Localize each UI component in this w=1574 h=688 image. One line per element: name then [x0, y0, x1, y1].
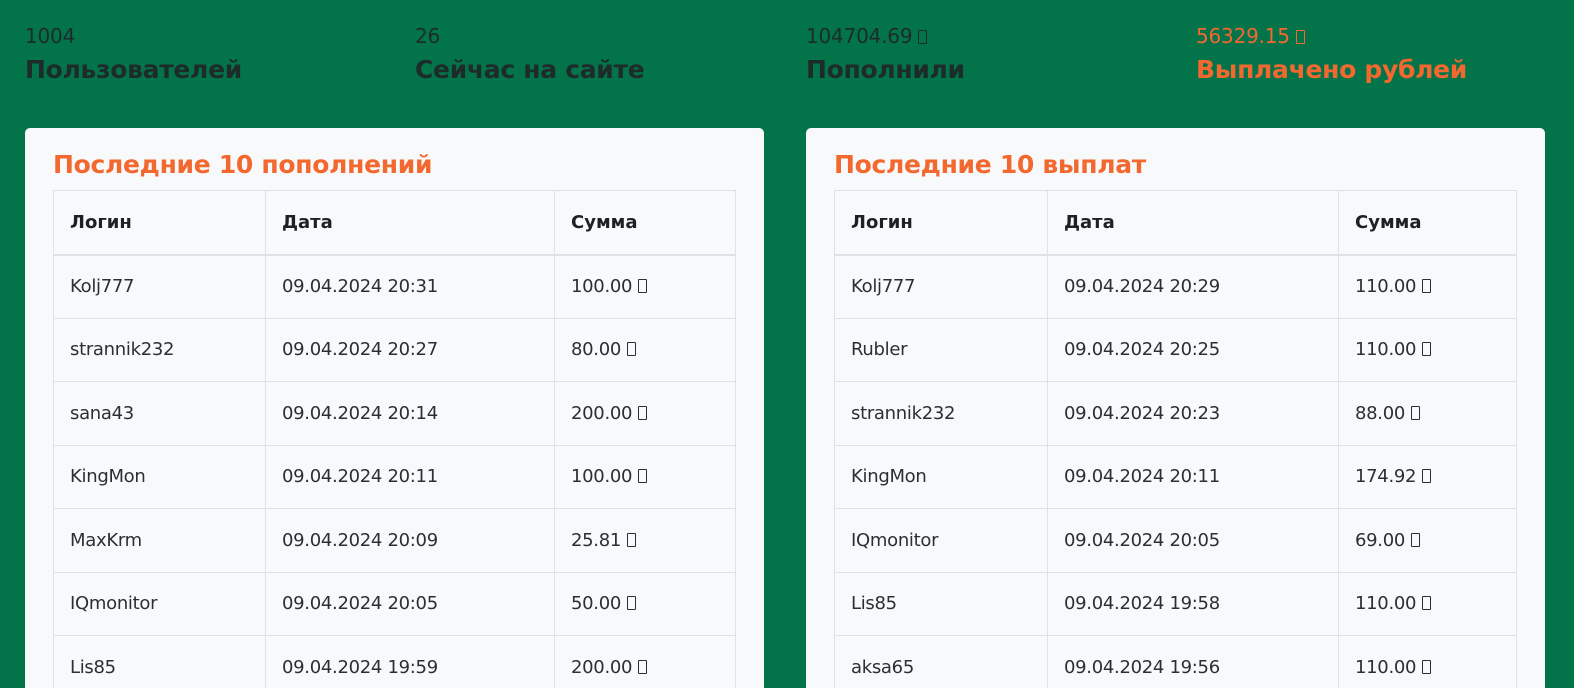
cell-sum: 110.00 [1338, 571, 1517, 636]
deposits-title: Последние 10 пополнений [53, 150, 433, 179]
cell-login: Kolj777 [53, 254, 266, 319]
cell-date: 09.04.2024 20:14 [265, 381, 555, 446]
cell-date: 09.04.2024 20:05 [265, 571, 555, 636]
currency-icon [1422, 279, 1432, 293]
currency-icon [627, 342, 637, 357]
payouts-title: Последние 10 выплат [834, 150, 1146, 179]
cell-login: strannik232 [834, 381, 1048, 446]
cell-login: IQmonitor [834, 508, 1048, 573]
cell-login: strannik232 [53, 317, 266, 382]
cell-sum: 69.00 [1338, 508, 1517, 573]
table-row: Lis85 09.04.2024 19:58 110.00 [834, 571, 1517, 636]
currency-icon [1422, 659, 1432, 674]
cell-sum: 100.00 [554, 444, 736, 509]
cell-date: 09.04.2024 20:31 [265, 254, 555, 319]
cell-date: 09.04.2024 20:29 [1047, 254, 1339, 319]
cell-sum: 200.00 [554, 635, 736, 688]
payouts-table: Логин Дата Сумма Kolj777 09.04.2024 20:29… [834, 190, 1517, 688]
cell-sum: 110.00 [1338, 254, 1517, 319]
cell-login: IQmonitor [53, 571, 266, 636]
stat-paid-label: Выплачено рублей [1196, 55, 1468, 84]
stat-deposited-value: 104704.69 [806, 24, 928, 48]
cell-login: KingMon [834, 444, 1048, 509]
table-row: KingMon 09.04.2024 20:11 174.92 [834, 444, 1517, 509]
currency-icon [1411, 532, 1421, 547]
cell-sum: 110.00 [1338, 635, 1517, 688]
column-header-login: Логин [53, 190, 266, 256]
stat-users-label: Пользователей [25, 55, 242, 84]
table-row: aksa65 09.04.2024 19:56 110.00 [834, 635, 1517, 688]
currency-icon [638, 279, 648, 293]
cell-date: 09.04.2024 19:56 [1047, 635, 1339, 688]
cell-sum: 100.00 [554, 254, 736, 319]
cell-date: 09.04.2024 19:59 [265, 635, 555, 688]
currency-icon [1422, 469, 1432, 484]
table-row: IQmonitor 09.04.2024 20:05 69.00 [834, 508, 1517, 573]
cell-login: Lis85 [53, 635, 266, 688]
table-row: strannik232 09.04.2024 20:23 88.00 [834, 381, 1517, 446]
cell-login: sana43 [53, 381, 266, 446]
column-header-sum: Сумма [1338, 190, 1517, 256]
column-header-login: Логин [834, 190, 1048, 256]
cell-sum: 50.00 [554, 571, 736, 636]
column-header-sum: Сумма [554, 190, 736, 256]
stat-online-label: Сейчас на сайте [415, 55, 645, 84]
table-row: Rubler 09.04.2024 20:25 110.00 [834, 317, 1517, 382]
cell-login: Lis85 [834, 571, 1048, 636]
currency-icon [638, 659, 648, 674]
currency-icon [918, 30, 928, 44]
cell-login: MaxKrm [53, 508, 266, 573]
cell-date: 09.04.2024 19:58 [1047, 571, 1339, 636]
cell-login: aksa65 [834, 635, 1048, 688]
cell-sum: 174.92 [1338, 444, 1517, 509]
currency-icon [638, 405, 648, 420]
cell-date: 09.04.2024 20:25 [1047, 317, 1339, 382]
page: 1004 Пользователей 26 Сейчас на сайте 10… [0, 0, 1574, 688]
currency-icon [1422, 596, 1432, 611]
table-header-row: Логин Дата Сумма [53, 190, 736, 256]
cell-sum: 88.00 [1338, 381, 1517, 446]
deposits-card: Последние 10 пополнений Логин Дата Сумма… [25, 128, 764, 688]
table-row: Kolj777 09.04.2024 20:29 110.00 [834, 254, 1517, 319]
cell-sum: 110.00 [1338, 317, 1517, 382]
cell-login: Rubler [834, 317, 1048, 382]
table-row: MaxKrm 09.04.2024 20:09 25.81 [53, 508, 736, 573]
currency-icon [638, 469, 648, 484]
currency-icon [627, 596, 637, 611]
table-row: strannik232 09.04.2024 20:27 80.00 [53, 317, 736, 382]
table-row: Lis85 09.04.2024 19:59 200.00 [53, 635, 736, 688]
table-row: KingMon 09.04.2024 20:11 100.00 [53, 444, 736, 509]
cell-date: 09.04.2024 20:09 [265, 508, 555, 573]
stat-users-value: 1004 [25, 24, 76, 48]
stat-online-value: 26 [415, 24, 441, 48]
table-row: Kolj777 09.04.2024 20:31 100.00 [53, 254, 736, 319]
cell-login: Kolj777 [834, 254, 1048, 319]
cell-login: KingMon [53, 444, 266, 509]
cell-date: 09.04.2024 20:05 [1047, 508, 1339, 573]
column-header-date: Дата [1047, 190, 1339, 256]
currency-icon [1295, 30, 1305, 44]
cell-date: 09.04.2024 20:11 [265, 444, 555, 509]
cell-sum: 80.00 [554, 317, 736, 382]
stat-deposited-label: Пополнили [806, 55, 965, 84]
currency-icon [1411, 405, 1421, 420]
table-row: sana43 09.04.2024 20:14 200.00 [53, 381, 736, 446]
table-row: IQmonitor 09.04.2024 20:05 50.00 [53, 571, 736, 636]
cell-date: 09.04.2024 20:11 [1047, 444, 1339, 509]
payouts-card: Последние 10 выплат Логин Дата Сумма Kol… [806, 128, 1545, 688]
cell-sum: 200.00 [554, 381, 736, 446]
table-header-row: Логин Дата Сумма [834, 190, 1517, 256]
currency-icon [627, 532, 637, 547]
stat-paid-value: 56329.15 [1196, 24, 1305, 48]
cell-date: 09.04.2024 20:27 [265, 317, 555, 382]
cell-sum: 25.81 [554, 508, 736, 573]
cell-date: 09.04.2024 20:23 [1047, 381, 1339, 446]
currency-icon [1422, 342, 1432, 357]
column-header-date: Дата [265, 190, 555, 256]
deposits-table: Логин Дата Сумма Kolj777 09.04.2024 20:31… [53, 190, 736, 688]
